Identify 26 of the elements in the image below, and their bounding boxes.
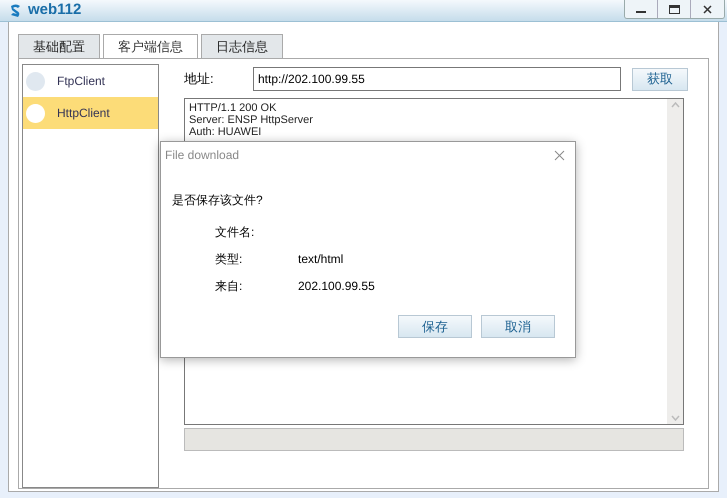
response-line: Server: ENSP HttpServer bbox=[189, 114, 314, 126]
address-label: 地址: bbox=[184, 70, 215, 88]
fetch-button[interactable]: 获取 bbox=[632, 68, 688, 90]
dialog-title: File download bbox=[165, 147, 240, 164]
client-icon bbox=[26, 104, 45, 122]
dialog-question: 是否保存该文件? bbox=[172, 192, 264, 209]
tab[interactable]: 基础配置 bbox=[18, 34, 100, 58]
close-icon[interactable] bbox=[703, 4, 712, 14]
dialog-button[interactable]: 保存 bbox=[398, 315, 472, 338]
field-value: 202.100.99.55 bbox=[298, 278, 375, 294]
response-line: Auth: HUAWEI bbox=[189, 126, 262, 138]
field-value: text/html bbox=[298, 250, 344, 268]
field-label: 来自: bbox=[215, 278, 244, 294]
client-name: FtpClient bbox=[57, 73, 106, 90]
window-title: web112 bbox=[28, 0, 82, 20]
field-label: 文件名: bbox=[215, 224, 256, 240]
client-item[interactable]: FtpClient bbox=[23, 65, 158, 97]
client-icon bbox=[26, 72, 45, 90]
dialog-button[interactable]: 取消 bbox=[481, 315, 555, 338]
field-label: 类型: bbox=[215, 250, 244, 268]
tab[interactable]: 客户端信息 bbox=[103, 34, 198, 58]
tab[interactable]: 日志信息 bbox=[201, 34, 283, 58]
response-line: HTTP/1.1 200 OK bbox=[189, 102, 278, 114]
client-name: HttpClient bbox=[57, 105, 110, 122]
address-field[interactable]: http://202.100.99.55 bbox=[253, 67, 621, 91]
client-item[interactable]: HttpClient bbox=[23, 97, 158, 129]
